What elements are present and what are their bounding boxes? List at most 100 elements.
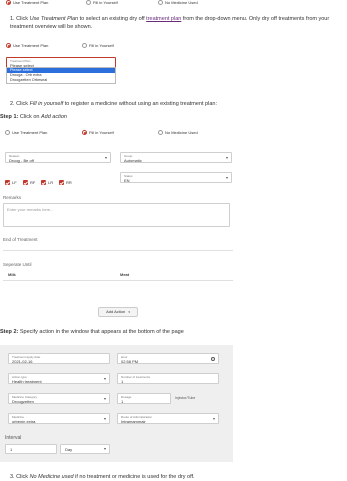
radio-use-treatment-plan-label: Use Treatment Plan (12, 130, 48, 135)
reason-select[interactable]: Reason Droog - Be off (5, 152, 111, 163)
treatment-plan-dropdown: Please select Drooga . Orb extra Droogze… (6, 67, 116, 84)
medicine-value: orbenin extra (12, 418, 36, 424)
quarter-label: LF (12, 180, 17, 185)
hour-value: 02:58 PM (121, 358, 139, 364)
dosage-value: 1 (121, 398, 124, 404)
remarks-label: Remarks (3, 195, 22, 200)
chevron-down-icon (105, 156, 107, 159)
milk-label: Milk (8, 272, 16, 277)
step-label: Step 1: (0, 114, 19, 120)
group-value: Automatic (124, 157, 142, 163)
radio-use-treatment-plan[interactable] (6, 43, 11, 48)
medicine-category-value: Droogzetten (12, 398, 34, 404)
step-emphasis: Add action (40, 114, 67, 120)
dosage-unit: Injector/Tube (175, 396, 196, 400)
instruction-number: 1. (10, 16, 15, 22)
radio-no-medicine-used-label: No Medicine Used (165, 0, 198, 5)
interval-value-field[interactable]: 1 (5, 444, 57, 454)
hour-field[interactable]: Hour 02:58 PM (117, 353, 219, 364)
step-label: Step 2: (0, 329, 19, 335)
instruction-text: Click (16, 474, 30, 480)
number-of-treatments-label: Number of treatments (121, 375, 151, 379)
radio-fill-in-yourself-label: Fill in Yourself (89, 130, 114, 135)
step-2-heading: Step 2: Specify action in the window tha… (0, 328, 340, 336)
status-select[interactable]: Status EN (120, 172, 232, 183)
step-1-heading: Step 1: Click on Add action (0, 113, 340, 121)
interval-value: 1 (10, 447, 13, 452)
instruction-text: if no treatment or medicine is used for … (73, 474, 195, 480)
dropdown-option[interactable]: Droogzetten Orbeseal (7, 78, 115, 83)
quarter-label: RF (30, 180, 36, 185)
divider (3, 280, 233, 281)
radio-fill-in-yourself[interactable] (82, 130, 87, 135)
radio-use-treatment-plan-label: Use Treatment Plan (13, 43, 49, 48)
end-of-treatment-label: End of Treatment (3, 237, 38, 242)
instruction-text: to select an existing dry off (78, 16, 147, 22)
medicine-select[interactable]: Medicine orbenin extra (8, 413, 110, 424)
dosage-field[interactable]: Dosage 1 (117, 393, 171, 404)
add-action-label: Add Action (106, 309, 126, 314)
treatment-date-value: 2021-02-16 (12, 358, 33, 364)
group-select[interactable]: Group Automatic (120, 152, 232, 163)
route-value: Intramammair (121, 418, 146, 424)
radio-fill-in-yourself[interactable] (82, 43, 87, 48)
chevron-down-icon (226, 176, 228, 179)
quarter-checkbox-rr[interactable] (59, 180, 64, 185)
quarter-label: RR (66, 180, 72, 185)
interval-unit-value: Day (65, 447, 73, 452)
separate-until-label: Seperate Until (3, 262, 32, 267)
action-type-value: Health treatment (12, 378, 42, 384)
instruction-step-2: 2. Click Fill in yourself to register a … (10, 100, 342, 108)
radio-no-medicine-used[interactable] (158, 0, 163, 5)
meat-label: Meat (120, 272, 130, 277)
radio-fill-in-yourself-label: Fill in Yourself (93, 0, 118, 5)
reason-value: Droog - Be off (9, 157, 34, 163)
radio-no-medicine-used-label: No Medicine Used (165, 130, 198, 135)
radio-use-treatment-plan[interactable] (5, 130, 10, 135)
remarks-placeholder: Enter your remarks here... (7, 207, 54, 212)
instruction-emphasis: Fill in yourself (29, 101, 64, 107)
instruction-text: Click (16, 16, 30, 22)
instruction-number: 3. (10, 474, 15, 480)
screenshot-fill-in-yourself: Use Treatment Plan Fill in Yourself No M… (0, 127, 240, 327)
instruction-emphasis: No Medicine used (29, 474, 74, 480)
step-text: Specify action in the window that appear… (18, 329, 184, 335)
radio-use-treatment-plan[interactable] (6, 0, 11, 5)
quarter-checkbox-lr[interactable] (41, 180, 46, 185)
divider (3, 250, 233, 251)
chevron-down-icon (104, 448, 106, 450)
treatment-plan-link[interactable]: treatment plan (146, 16, 181, 22)
treatment-date-field[interactable]: Treatment apply date 2021-02-16 (8, 353, 110, 364)
interval-unit-select[interactable]: Day (60, 444, 110, 454)
instruction-step-1: 1. Click Use Treatment Plan to select an… (10, 15, 342, 31)
route-select[interactable]: Route of Administration Intramammair (117, 413, 219, 424)
top-option-strip: Use Treatment Plan Fill in Yourself No M… (0, 0, 347, 6)
chevron-down-icon: ▾ (128, 310, 130, 314)
quarter-label: LR (48, 180, 54, 185)
instruction-text: Click (16, 101, 30, 107)
action-type-select[interactable]: Action type Health treatment (8, 373, 110, 384)
radio-no-medicine-used[interactable] (158, 130, 163, 135)
radio-use-treatment-plan-label: Use Treatment Plan (13, 0, 49, 5)
status-value: EN (124, 177, 130, 183)
radio-fill-in-yourself-label: Fill in Yourself (89, 43, 114, 48)
chevron-down-icon (104, 397, 106, 400)
clock-icon[interactable] (211, 357, 215, 361)
chevron-down-icon (104, 417, 106, 420)
medicine-category-select[interactable]: Medicine Category Droogzetten (8, 393, 110, 404)
instruction-number: 2. (10, 101, 15, 107)
chevron-down-icon (226, 156, 228, 159)
screenshot-treatment-plan: Use Treatment Plan Fill in Yourself Trea… (0, 40, 200, 90)
radio-fill-in-yourself[interactable] (86, 0, 91, 5)
chevron-down-icon (104, 377, 106, 380)
add-action-button[interactable]: Add Action ▾ (98, 307, 138, 317)
quarter-checkbox-rf[interactable] (23, 180, 28, 185)
instruction-text: to register a medicine without using an … (63, 101, 217, 107)
instruction-emphasis: Use Treatment Plan (29, 16, 79, 22)
remarks-textarea[interactable]: Enter your remarks here... (3, 203, 230, 227)
chevron-down-icon (213, 417, 215, 420)
quarter-checkbox-lf[interactable] (5, 180, 10, 185)
number-of-treatments-value: 1 (121, 378, 124, 384)
step-text: Click on (18, 114, 41, 120)
number-of-treatments-field[interactable]: Number of treatments 1 (117, 373, 219, 384)
